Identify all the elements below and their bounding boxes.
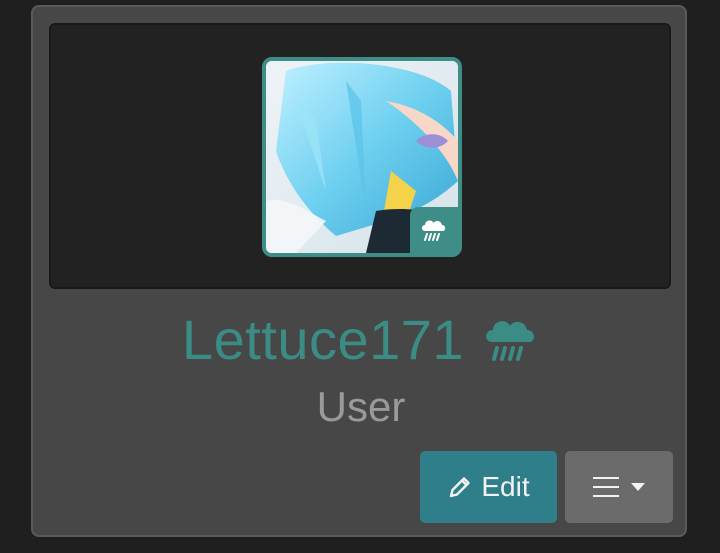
pencil-icon — [450, 477, 471, 498]
rain-cloud-icon — [422, 220, 446, 241]
avatar-status-badge — [410, 207, 458, 253]
user-role: User — [316, 383, 406, 430]
profile-card: Lettuce171 User Edit — [31, 5, 687, 537]
edit-button-label: Edit — [481, 471, 530, 502]
username[interactable]: Lettuce171 — [182, 307, 464, 372]
rain-cloud-icon — [486, 320, 535, 361]
hamburger-menu-icon — [593, 477, 619, 497]
caret-down-icon — [631, 483, 645, 491]
avatar[interactable] — [262, 57, 462, 257]
username-row: Lettuce171 — [33, 307, 689, 372]
profile-banner — [49, 23, 671, 289]
menu-dropdown-button[interactable] — [565, 451, 673, 523]
edit-button[interactable]: Edit — [420, 451, 557, 523]
